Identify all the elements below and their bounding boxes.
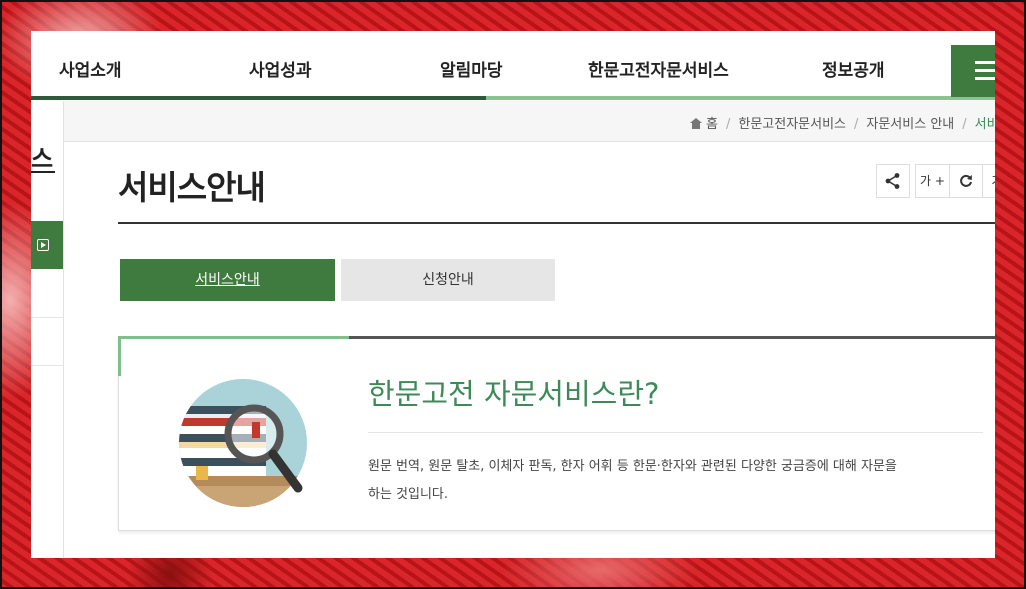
share-icon[interactable] xyxy=(876,164,910,198)
card-accent xyxy=(118,336,349,339)
card-border-top xyxy=(349,336,995,339)
sidebar-separator xyxy=(31,317,63,318)
intro-title: 한문고전 자문서비스란? xyxy=(368,377,660,411)
breadcrumb: 홈/한문고전자문서비스/자문서비스 안내/서비스안 xyxy=(690,113,995,132)
nav-underline-active xyxy=(31,96,486,100)
sidebar-menu-item-active[interactable] xyxy=(31,221,63,269)
magnifier-books-icon xyxy=(179,379,307,507)
breadcrumb-home[interactable]: 홈 xyxy=(706,117,718,132)
intro-divider xyxy=(368,432,983,433)
nav-item-notice[interactable]: 알림마당 xyxy=(440,43,503,99)
sidebar-title-underline xyxy=(31,171,55,173)
nav-item-about[interactable]: 사업소개 xyxy=(59,43,122,99)
intro-description: 원문 번역, 원문 탈초, 이체자 판독, 한자 어휘 등 한문·한자와 관련된… xyxy=(368,453,968,509)
play-box-icon xyxy=(37,239,49,251)
breadcrumb-current[interactable]: 서비스안 xyxy=(975,117,995,132)
breadcrumb-item[interactable]: 자문서비스 안내 xyxy=(866,117,954,132)
tab-service-info[interactable]: 서비스안내 xyxy=(120,259,335,301)
tab-application-info[interactable]: 신청안내 xyxy=(341,259,555,301)
intro-description-line: 하는 것입니다. xyxy=(368,487,449,502)
title-divider xyxy=(118,222,995,224)
font-increase-button[interactable]: 가 + xyxy=(915,164,950,198)
website-panel: 사업소개 사업성과 알림마당 한문고전자문서비스 정보공개 스 홈 / 한문고전자문… xyxy=(31,31,995,558)
home-icon[interactable] xyxy=(690,118,702,129)
nav-item-disclosure[interactable]: 정보공개 xyxy=(822,43,885,99)
card-accent-side xyxy=(118,336,121,376)
hamburger-menu-icon[interactable] xyxy=(951,45,995,97)
nav-item-results[interactable]: 사업성과 xyxy=(249,43,312,99)
nav-item-consult-service[interactable]: 한문고전자문서비스 xyxy=(588,43,729,99)
intro-description-line: 원문 번역, 원문 탈초, 이체자 판독, 한자 어휘 등 한문·한자와 관련된… xyxy=(368,459,897,474)
nav-underline xyxy=(486,96,995,100)
breadcrumb-bar: 홈/한문고전자문서비스/자문서비스 안내/서비스안 xyxy=(64,101,995,142)
sidebar-divider xyxy=(63,101,64,558)
breadcrumb-item[interactable]: 한문고전자문서비스 xyxy=(738,117,846,132)
refresh-icon[interactable] xyxy=(949,164,983,198)
page-title: 서비스안내 xyxy=(118,168,266,207)
main-nav: 사업소개 사업성과 알림마당 한문고전자문서비스 정보공개 xyxy=(31,43,995,100)
font-decrease-button[interactable]: 가 xyxy=(982,164,995,198)
sidebar-separator xyxy=(31,365,63,366)
sidebar-title: 스 xyxy=(31,145,54,173)
